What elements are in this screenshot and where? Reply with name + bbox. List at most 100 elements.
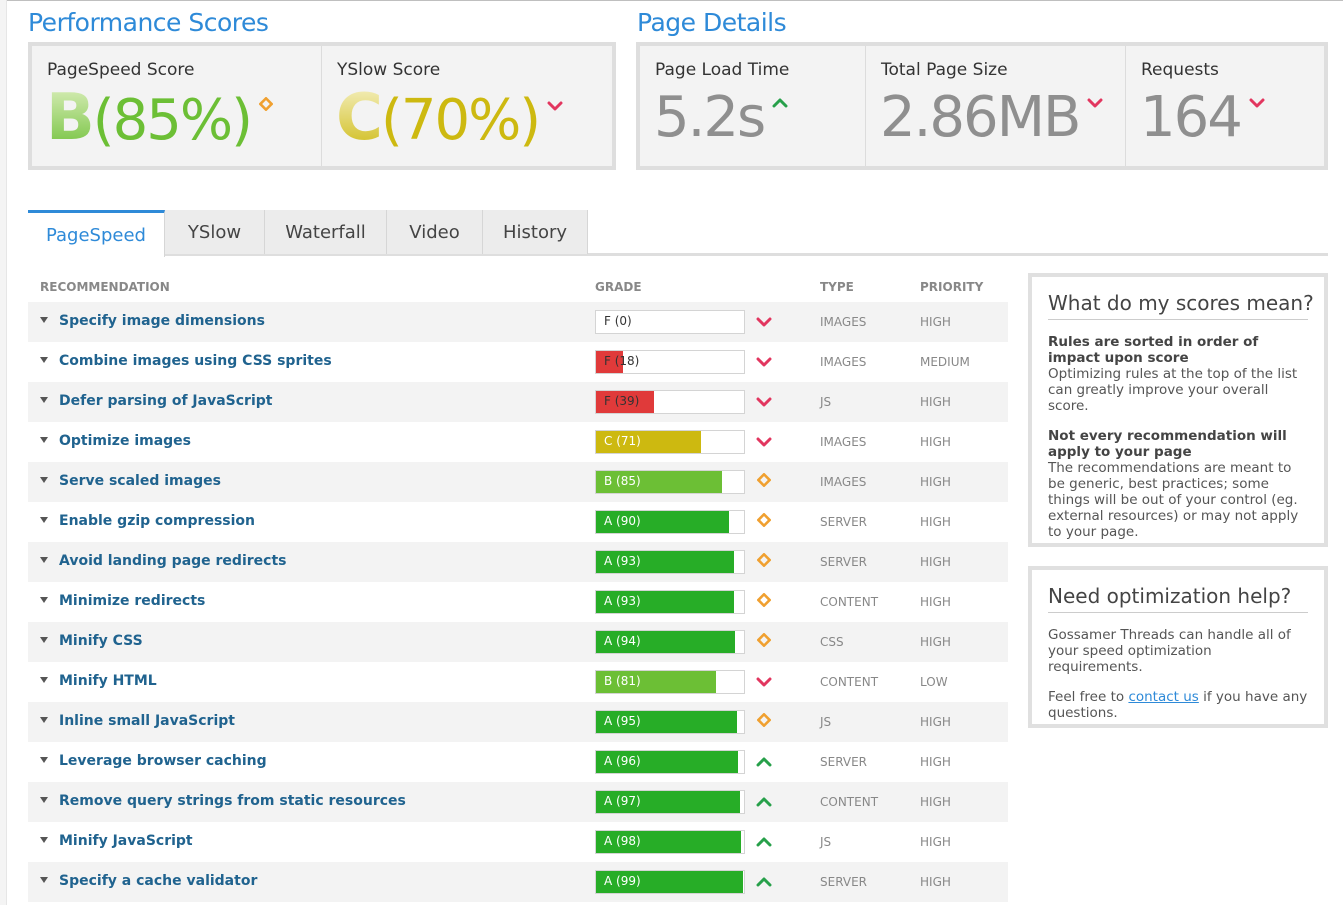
page-details-box: Page Load Time 5.2s Total Page Size 2.86… bbox=[636, 42, 1328, 170]
expand-caret-icon[interactable] bbox=[40, 637, 48, 643]
grade-text: F (39) bbox=[604, 394, 640, 408]
grade-bar: A (94) bbox=[595, 630, 745, 654]
pagespeed-percent: (85%) bbox=[92, 88, 253, 153]
recommendation-priority: MEDIUM bbox=[920, 355, 970, 369]
recommendation-name[interactable]: Inline small JavaScript bbox=[59, 713, 235, 729]
table-row[interactable]: Inline small JavaScript A (95) JS HIGH bbox=[28, 702, 1008, 742]
pagespeed-score-label: PageSpeed Score bbox=[47, 60, 195, 80]
chevron-up-icon bbox=[755, 872, 773, 891]
recommendation-name[interactable]: Specify a cache validator bbox=[59, 873, 257, 889]
recommendation-name[interactable]: Minify JavaScript bbox=[59, 833, 193, 849]
recommendation-name[interactable]: Minify CSS bbox=[59, 633, 143, 649]
scores-help-heading-1: Rules are sorted in order of impact upon… bbox=[1048, 334, 1259, 366]
header-type[interactable]: TYPE bbox=[820, 280, 854, 294]
header-grade[interactable]: GRADE bbox=[595, 280, 642, 294]
chevron-down-icon bbox=[755, 432, 773, 451]
table-row[interactable]: Specify a cache validator A (99) SERVER HIG… bbox=[28, 862, 1008, 902]
recommendation-type: SERVER bbox=[820, 555, 868, 569]
recommendation-name[interactable]: Leverage browser caching bbox=[59, 753, 267, 769]
table-row[interactable]: Minify CSS A (94) CSS HIGH bbox=[28, 622, 1008, 662]
recommendation-name[interactable]: Remove query strings from static resourc… bbox=[59, 793, 406, 809]
table-row[interactable]: Minify HTML B (81) CONTENT LOW bbox=[28, 662, 1008, 702]
recommendation-type: SERVER bbox=[820, 875, 868, 889]
recommendation-priority: LOW bbox=[920, 675, 948, 689]
expand-caret-icon[interactable] bbox=[40, 837, 48, 843]
recommendation-type: SERVER bbox=[820, 515, 868, 529]
grade-text: A (97) bbox=[604, 794, 641, 808]
neutral-diamond-icon bbox=[755, 592, 773, 611]
table-row[interactable]: Serve scaled images B (85) IMAGES HIGH bbox=[28, 462, 1008, 502]
performance-scores-title: Performance Scores bbox=[28, 8, 269, 37]
table-row[interactable]: Defer parsing of JavaScript F (39) JS HIGH bbox=[28, 382, 1008, 422]
chevron-up-icon bbox=[755, 792, 773, 811]
contact-text-before: Feel free to bbox=[1048, 689, 1129, 705]
table-row[interactable]: Specify image dimensions F (0) IMAGES HIGH bbox=[28, 302, 1008, 342]
recommendation-type: CONTENT bbox=[820, 595, 879, 609]
expand-caret-icon[interactable] bbox=[40, 797, 48, 803]
tab-waterfall[interactable]: Waterfall bbox=[265, 210, 387, 254]
tab-pagespeed[interactable]: PageSpeed bbox=[28, 210, 165, 257]
expand-caret-icon[interactable] bbox=[40, 357, 48, 363]
recommendation-name[interactable]: Defer parsing of JavaScript bbox=[59, 393, 272, 409]
recommendation-name[interactable]: Minify HTML bbox=[59, 673, 157, 689]
expand-caret-icon[interactable] bbox=[40, 477, 48, 483]
chevron-up-icon bbox=[755, 832, 773, 851]
grade-text: A (95) bbox=[604, 714, 641, 728]
table-row[interactable]: Leverage browser caching A (96) SERVER HIGH bbox=[28, 742, 1008, 782]
load-time-text: 5.2s bbox=[654, 85, 766, 150]
expand-caret-icon[interactable] bbox=[40, 397, 48, 403]
chevron-down-icon bbox=[547, 76, 563, 136]
recommendations-table: Specify image dimensions F (0) IMAGES HIGH C… bbox=[28, 302, 1008, 902]
expand-caret-icon[interactable] bbox=[40, 557, 48, 563]
table-row[interactable]: Minify JavaScript A (98) JS HIGH bbox=[28, 822, 1008, 862]
recommendation-type: CSS bbox=[820, 635, 844, 649]
recommendation-name[interactable]: Serve scaled images bbox=[59, 473, 221, 489]
expand-caret-icon[interactable] bbox=[40, 717, 48, 723]
table-row[interactable]: Combine images using CSS sprites F (18) IM… bbox=[28, 342, 1008, 382]
grade-text: A (98) bbox=[604, 834, 641, 848]
expand-caret-icon[interactable] bbox=[40, 517, 48, 523]
recommendation-name[interactable]: Minimize redirects bbox=[59, 593, 205, 609]
expand-caret-icon[interactable] bbox=[40, 437, 48, 443]
neutral-diamond-icon bbox=[755, 552, 773, 571]
table-row[interactable]: Optimize images C (71) IMAGES HIGH bbox=[28, 422, 1008, 462]
tab-history[interactable]: History bbox=[483, 210, 588, 254]
recommendation-name[interactable]: Avoid landing page redirects bbox=[59, 553, 286, 569]
recommendation-name[interactable]: Specify image dimensions bbox=[59, 313, 265, 329]
table-row[interactable]: Avoid landing page redirects A (93) SERVER… bbox=[28, 542, 1008, 582]
recommendation-name[interactable]: Optimize images bbox=[59, 433, 191, 449]
recommendation-priority: HIGH bbox=[920, 595, 951, 609]
grade-bar: A (93) bbox=[595, 590, 745, 614]
tab-video[interactable]: Video bbox=[387, 210, 483, 254]
page-details-title: Page Details bbox=[637, 8, 787, 37]
pagespeed-grade-letter: B bbox=[46, 81, 95, 155]
grade-bar: A (96) bbox=[595, 750, 745, 774]
expand-caret-icon[interactable] bbox=[40, 597, 48, 603]
recommendation-type: IMAGES bbox=[820, 475, 867, 489]
scores-help-panel: What do my scores mean? Rules are sorted… bbox=[1028, 273, 1328, 547]
recommendation-priority: HIGH bbox=[920, 315, 951, 329]
recommendation-type: JS bbox=[820, 395, 832, 409]
table-row[interactable]: Enable gzip compression A (90) SERVER HIGH bbox=[28, 502, 1008, 542]
expand-caret-icon[interactable] bbox=[40, 677, 48, 683]
pagespeed-score-value: B(85%) bbox=[46, 86, 274, 154]
chevron-down-icon bbox=[755, 312, 773, 331]
header-priority[interactable]: PRIORITY bbox=[920, 280, 983, 294]
expand-caret-icon[interactable] bbox=[40, 317, 48, 323]
recommendation-name[interactable]: Enable gzip compression bbox=[59, 513, 255, 529]
expand-caret-icon[interactable] bbox=[40, 877, 48, 883]
scores-help-heading-2: Not every recommendation will apply to y… bbox=[1048, 428, 1287, 460]
grade-text: C (71) bbox=[604, 434, 641, 448]
recommendation-name[interactable]: Combine images using CSS sprites bbox=[59, 353, 332, 369]
tab-yslow[interactable]: YSlow bbox=[165, 210, 265, 254]
table-row[interactable]: Minimize redirects A (93) CONTENT HIGH bbox=[28, 582, 1008, 622]
chevron-down-icon bbox=[1087, 73, 1103, 133]
left-edge bbox=[0, 0, 7, 905]
grade-text: F (18) bbox=[604, 354, 640, 368]
contact-us-link[interactable]: contact us bbox=[1128, 689, 1198, 705]
neutral-diamond-icon bbox=[755, 472, 773, 491]
recommendation-type: CONTENT bbox=[820, 795, 879, 809]
header-recommendation[interactable]: RECOMMENDATION bbox=[40, 280, 170, 294]
table-row[interactable]: Remove query strings from static resourc… bbox=[28, 782, 1008, 822]
expand-caret-icon[interactable] bbox=[40, 757, 48, 763]
